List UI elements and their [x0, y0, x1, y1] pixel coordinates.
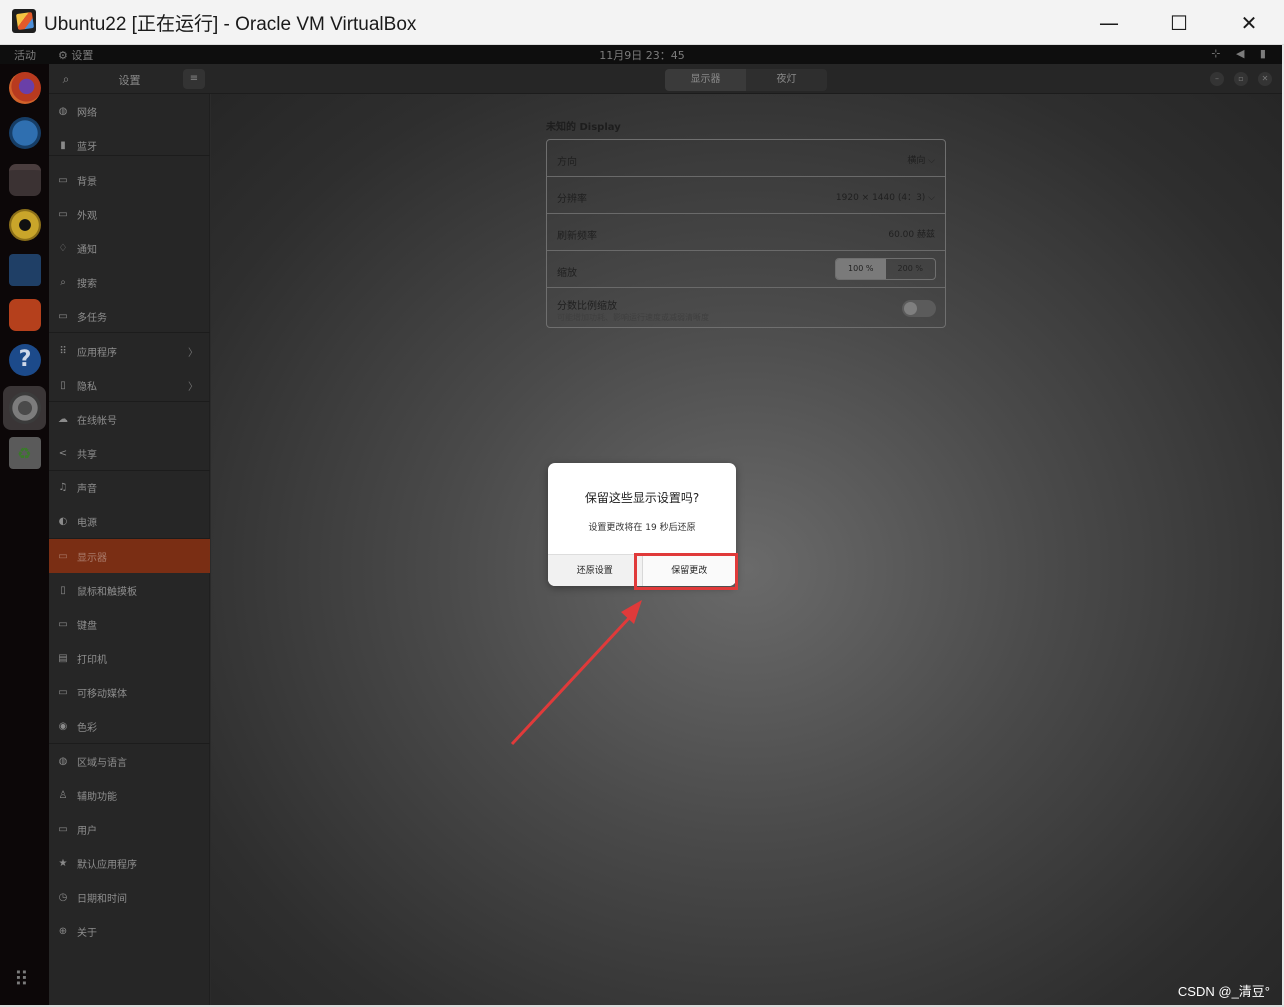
- annotation-arrow-icon: [510, 600, 642, 746]
- watermark: CSDN @_清豆°: [1177, 984, 1270, 999]
